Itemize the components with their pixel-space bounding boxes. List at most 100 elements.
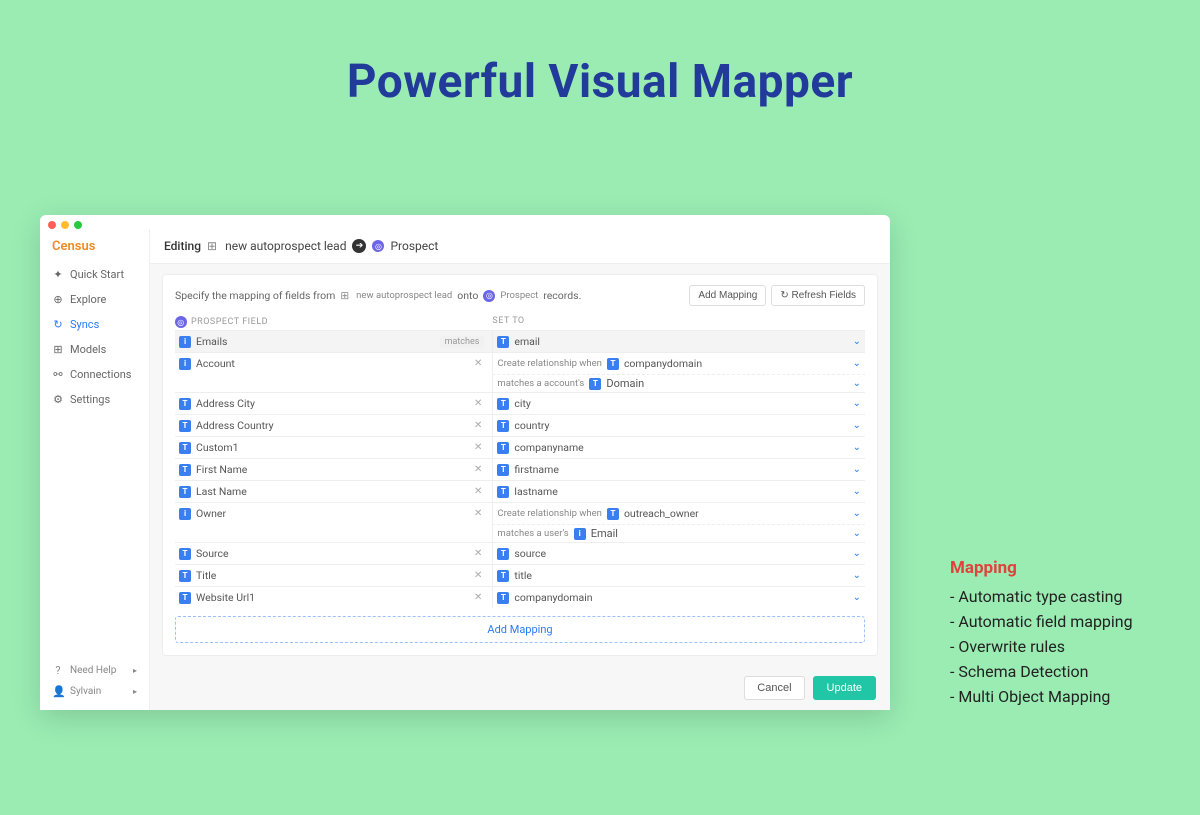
set-to-cell[interactable]: source ⌄ [492,543,865,564]
chevron-down-icon[interactable]: ⌄ [853,378,861,389]
remove-mapping-icon[interactable]: ✕ [474,486,488,497]
prospect-field-cell[interactable]: Address Country✕ [175,415,492,436]
chevron-down-icon[interactable]: ⌄ [853,442,861,453]
field-type-icon [179,548,191,560]
set-to-cell[interactable]: title⌄ [492,565,865,586]
relationship-sub-cell[interactable]: matches a user'sEmail⌄ [492,524,865,542]
field-type-icon [497,486,509,498]
prospect-field-cell[interactable]: Emailsmatches [175,331,492,352]
prospect-field-cell[interactable]: First Name✕ [175,459,492,480]
models-icon: ⊞ [52,343,64,356]
remove-mapping-icon[interactable]: ✕ [474,398,488,409]
sidebar-item-quick-start[interactable]: ✦Quick Start [40,262,149,287]
prospect-field-cell[interactable]: Source✕ [175,543,492,564]
notes-heading: Mapping [950,555,1180,581]
relationship-sub-prefix: matches a account's [497,378,584,389]
chevron-down-icon[interactable]: ⌄ [853,336,861,347]
chevron-down-icon[interactable]: ⌄ [853,486,861,497]
user-menu[interactable]: 👤Sylvain▸ [40,681,149,702]
matches-badge: matches [440,336,485,348]
prospect-field-cell[interactable]: Custom1✕ [175,437,492,458]
set-to-cell[interactable]: email ⌄ [492,331,865,352]
prospect-field-cell[interactable]: Title ✕ [175,565,492,586]
chevron-down-icon[interactable]: ⌄ [853,508,861,519]
update-button[interactable]: Update [813,676,876,700]
set-to-cell[interactable]: Create relationship whencompanydomain⌄ [492,353,865,374]
chevron-down-icon[interactable]: ⌄ [853,548,861,559]
set-to-label: companydomain [624,357,702,370]
relationship-sub-cell[interactable]: matches a account's Domain ⌄ [492,374,865,392]
remove-mapping-icon[interactable]: ✕ [474,548,488,559]
sidebar-item-explore[interactable]: ⊕Explore [40,287,149,312]
relationship-sub-label: Domain [606,377,644,390]
prospect-field-label: Website Url1 [196,591,255,604]
sidebar-item-syncs[interactable]: ↻Syncs [40,312,149,337]
remove-mapping-icon[interactable]: ✕ [474,508,488,519]
remove-mapping-icon[interactable]: ✕ [474,592,488,603]
field-type-icon [497,548,509,560]
sidebar-item-label: Settings [70,393,110,406]
remove-mapping-icon[interactable]: ✕ [474,358,488,369]
mapping-row: Source✕ source ⌄ [175,542,865,564]
set-to-cell[interactable]: firstname⌄ [492,459,865,480]
chevron-down-icon[interactable]: ⌄ [853,398,861,409]
table-icon [340,289,351,302]
window-close-icon[interactable] [48,221,56,229]
prospect-field-cell[interactable]: Website Url1 ✕ [175,587,492,608]
remove-mapping-icon[interactable]: ✕ [474,570,488,581]
remove-mapping-icon[interactable]: ✕ [474,464,488,475]
sidebar-item-connections[interactable]: ⚯Connections [40,362,149,387]
mapping-row: Account✕Create relationship whencompanyd… [175,352,865,374]
field-type-icon [497,464,509,476]
main-area: Editing new autoprospect lead ➔ ◎ Prospe… [150,229,890,710]
relationship-sub-label: Email [591,527,618,540]
table-icon [207,239,219,253]
notes-item: Overwrite rules [950,635,1180,660]
sidebar-item-label: Models [70,343,106,356]
set-to-cell[interactable]: city⌄ [492,393,865,414]
field-type-icon [607,358,619,370]
prospect-field-label: Address City [196,397,255,410]
col-prospect-field: PROSPECT FIELD [191,317,268,327]
chevron-down-icon[interactable]: ⌄ [853,592,861,603]
chevron-down-icon[interactable]: ⌄ [853,358,861,369]
set-to-cell[interactable]: country⌄ [492,415,865,436]
mapping-row: Address Country✕country⌄ [175,414,865,436]
notes-item: Automatic type casting [950,585,1180,610]
chevron-down-icon[interactable]: ⌄ [853,420,861,431]
prospect-field-label: Title [196,569,216,582]
sidebar: Census ✦Quick Start ⊕Explore ↻Syncs ⊞Mod… [40,229,150,710]
set-to-cell[interactable]: companydomain⌄ [492,587,865,608]
prospect-field-label: Account [196,357,235,370]
set-to-cell[interactable]: lastname⌄ [492,481,865,502]
mapping-row: Custom1✕companyname⌄ [175,436,865,458]
field-type-icon [607,508,619,520]
chevron-down-icon[interactable]: ⌄ [853,528,861,539]
set-to-cell[interactable]: companyname⌄ [492,437,865,458]
user-icon: 👤 [52,685,64,698]
remove-mapping-icon[interactable]: ✕ [474,420,488,431]
need-help-link[interactable]: ?Need Help▸ [40,660,149,681]
window-zoom-icon[interactable] [74,221,82,229]
set-to-label: email [514,335,540,348]
set-to-cell[interactable]: Create relationship whenoutreach_owner⌄ [492,503,865,524]
sidebar-item-models[interactable]: ⊞ Models [40,337,149,362]
add-mapping-button[interactable]: Add Mapping [689,285,766,306]
help-icon: ? [52,664,64,677]
prospect-field-cell[interactable]: Last Name✕ [175,481,492,502]
refresh-fields-button[interactable]: ↻ Refresh Fields [771,285,865,306]
panel-instruction: Specify the mapping of fields from new a… [175,285,865,306]
remove-mapping-icon[interactable]: ✕ [474,442,488,453]
window-minimize-icon[interactable] [61,221,69,229]
chevron-down-icon[interactable]: ⌄ [853,464,861,475]
add-mapping-row[interactable]: Add Mapping [175,616,865,643]
prospect-field-cell[interactable]: Address City ✕ [175,393,492,414]
sidebar-item-settings[interactable]: ⚙Settings [40,387,149,412]
sidebar-item-label: Explore [70,293,106,306]
prospect-field-cell[interactable]: Account ✕ [175,353,492,374]
editing-label: Editing [164,239,201,253]
set-to-label: source [514,547,546,560]
cancel-button[interactable]: Cancel [744,676,804,700]
prospect-field-cell[interactable]: Owner✕ [175,503,492,524]
chevron-down-icon[interactable]: ⌄ [853,570,861,581]
